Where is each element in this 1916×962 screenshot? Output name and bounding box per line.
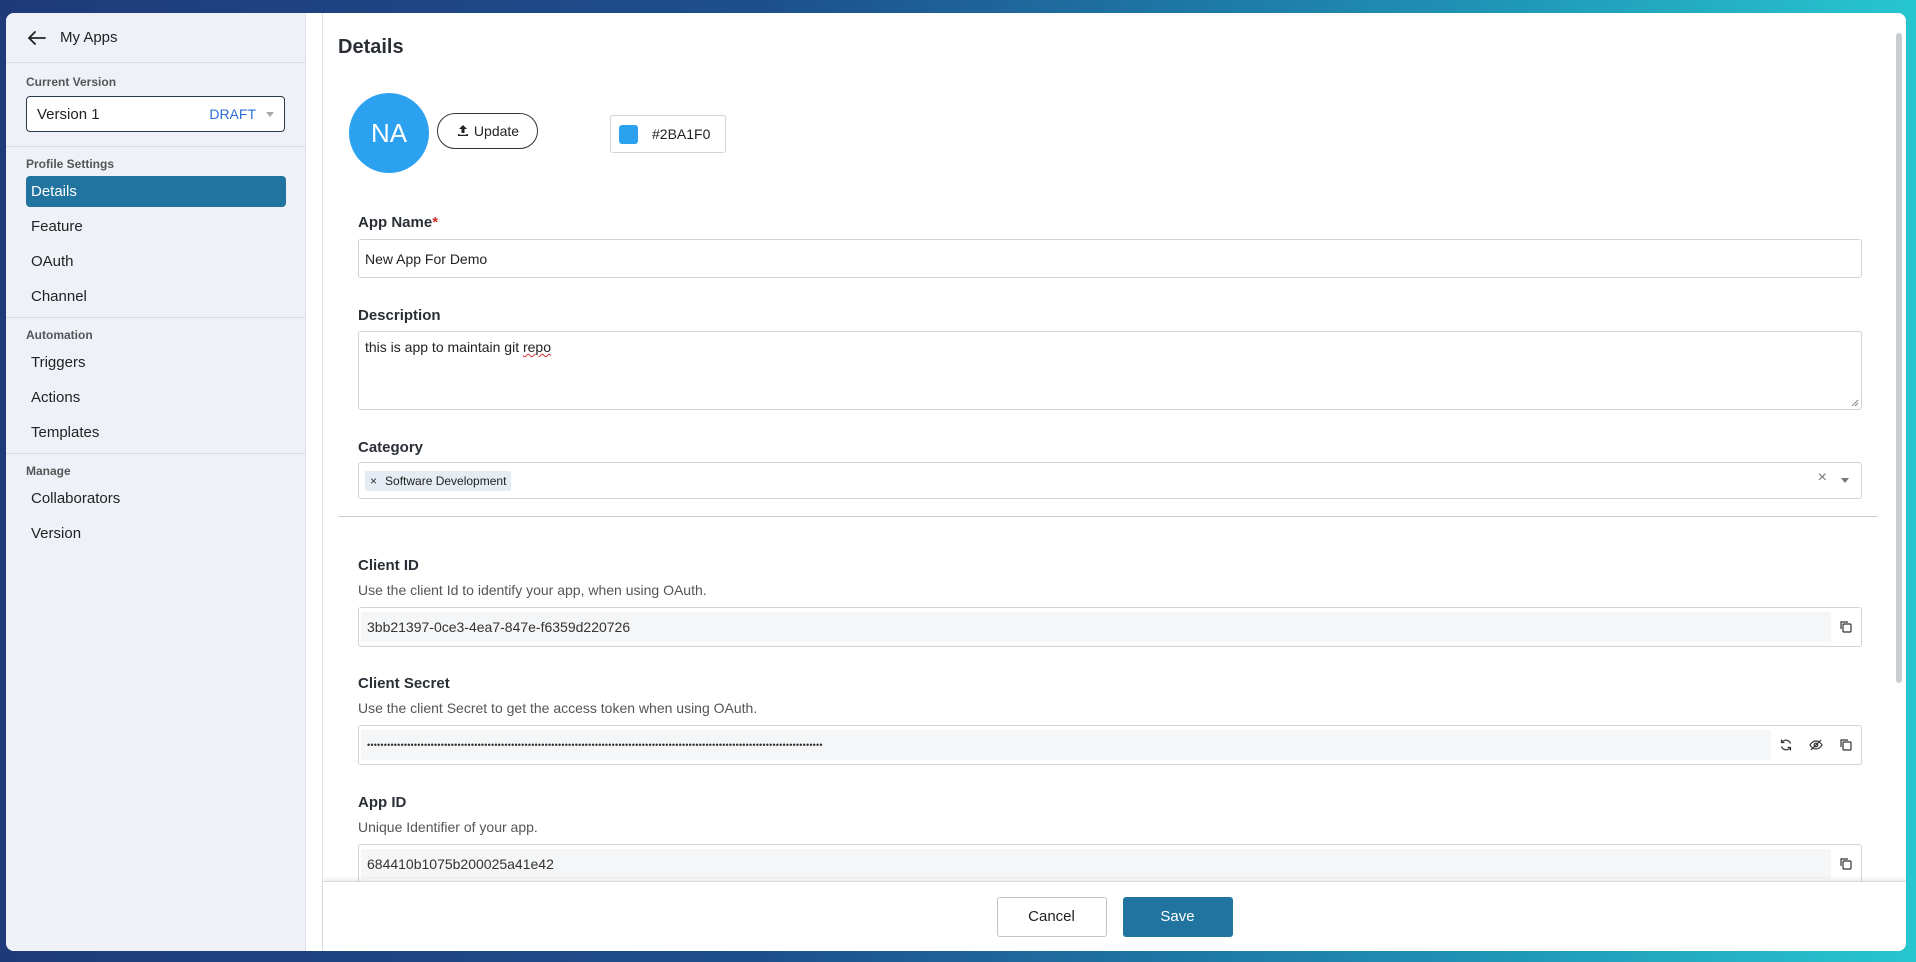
- client-secret-value: ••••••••••••••••••••••••••••••••••••••••…: [361, 730, 1771, 760]
- client-id-help: Use the client Id to identify your app, …: [358, 582, 707, 598]
- app-id-help: Unique Identifier of your app.: [358, 819, 538, 835]
- update-avatar-button[interactable]: Update: [437, 113, 538, 149]
- app-name-label: App Name*: [358, 214, 438, 231]
- sidebar-item-oauth[interactable]: OAuth: [26, 246, 286, 277]
- back-label: My Apps: [60, 29, 118, 46]
- refresh-icon: [1780, 739, 1792, 751]
- sidebar-item-channel[interactable]: Channel: [26, 281, 286, 312]
- sidebar-item-feature[interactable]: Feature: [26, 211, 286, 242]
- color-picker[interactable]: #2BA1F0: [610, 115, 726, 153]
- divider: [6, 317, 305, 318]
- category-label: Category: [358, 439, 424, 456]
- app-id-field: 684410b1075b200025a41e42: [358, 844, 1862, 884]
- client-id-value: 3bb21397-0ce3-4ea7-847e-f6359d220726: [361, 612, 1831, 642]
- client-secret-field: ••••••••••••••••••••••••••••••••••••••••…: [358, 725, 1862, 765]
- sidebar-item-version[interactable]: Version: [26, 518, 286, 549]
- copy-icon: [1840, 739, 1852, 751]
- app-window: My Apps Current Version Version 1 DRAFT …: [6, 13, 1906, 951]
- sidebar-item-triggers[interactable]: Triggers: [26, 347, 286, 378]
- copy-client-secret-button[interactable]: [1831, 730, 1861, 760]
- chevron-down-icon: [266, 111, 274, 117]
- update-label: Update: [473, 123, 520, 139]
- profile-settings-label: Profile Settings: [26, 157, 115, 171]
- form-footer: Cancel Save: [323, 881, 1906, 951]
- category-select[interactable]: × Software Development ×: [358, 462, 1862, 499]
- page-title: Details: [338, 36, 404, 58]
- scrollbar[interactable]: [1896, 33, 1902, 683]
- sidebar-item-actions[interactable]: Actions: [26, 382, 286, 413]
- current-version-label: Current Version: [26, 75, 117, 89]
- cancel-button[interactable]: Cancel: [996, 896, 1107, 937]
- eye-off-icon: [1809, 739, 1823, 751]
- save-button[interactable]: Save: [1122, 896, 1233, 937]
- client-id-label: Client ID: [358, 557, 419, 574]
- app-id-label: App ID: [358, 794, 407, 811]
- chevron-down-icon[interactable]: [1841, 478, 1849, 483]
- copy-icon: [1840, 621, 1852, 633]
- section-divider: [338, 516, 1878, 517]
- app-name-input[interactable]: New App For Demo: [358, 239, 1862, 278]
- copy-client-id-button[interactable]: [1831, 612, 1861, 642]
- toggle-visibility-button[interactable]: [1801, 730, 1831, 760]
- description-text: this is app to maintain git: [365, 339, 523, 355]
- color-swatch: [619, 124, 638, 144]
- required-mark: *: [432, 214, 439, 231]
- client-secret-help: Use the client Secret to get the access …: [358, 700, 758, 716]
- color-value: #2BA1F0: [652, 126, 711, 142]
- category-tag-label: Software Development: [385, 473, 507, 488]
- app-avatar: NA: [349, 93, 429, 173]
- version-select[interactable]: Version 1 DRAFT: [26, 96, 285, 132]
- copy-app-id-button[interactable]: [1831, 849, 1861, 879]
- description-value: this is app to maintain git repo: [365, 339, 551, 355]
- description-label: Description: [358, 307, 441, 324]
- sidebar-item-collaborators[interactable]: Collaborators: [26, 483, 286, 514]
- main-panel: Details NA Update #2BA1F0 App Name* New …: [322, 13, 1906, 951]
- description-textarea[interactable]: this is app to maintain git repo: [358, 331, 1862, 410]
- copy-icon: [1840, 858, 1852, 870]
- client-id-field: 3bb21397-0ce3-4ea7-847e-f6359d220726: [358, 607, 1862, 647]
- version-status-badge: DRAFT: [209, 106, 256, 122]
- sidebar: My Apps Current Version Version 1 DRAFT …: [6, 13, 306, 951]
- resize-handle-icon[interactable]: [1851, 399, 1859, 407]
- clear-icon[interactable]: ×: [1818, 469, 1827, 487]
- manage-label: Manage: [26, 464, 71, 478]
- regenerate-secret-button[interactable]: [1771, 730, 1801, 760]
- sidebar-item-templates[interactable]: Templates: [26, 417, 286, 448]
- version-name: Version 1: [37, 105, 100, 123]
- sidebar-item-details[interactable]: Details: [26, 176, 286, 207]
- category-tag: × Software Development: [365, 470, 512, 491]
- upload-icon: [457, 125, 468, 136]
- tag-remove-icon[interactable]: ×: [370, 474, 377, 488]
- app-name-label-text: App Name: [358, 214, 433, 231]
- client-secret-label: Client Secret: [358, 675, 450, 692]
- arrow-left-icon: [28, 30, 46, 45]
- divider: [6, 453, 305, 454]
- back-to-my-apps[interactable]: My Apps: [6, 13, 305, 63]
- app-name-value: New App For Demo: [365, 250, 488, 267]
- divider: [6, 146, 305, 147]
- misspelled-word: repo: [522, 339, 552, 355]
- automation-label: Automation: [26, 328, 93, 342]
- app-id-value: 684410b1075b200025a41e42: [361, 849, 1831, 879]
